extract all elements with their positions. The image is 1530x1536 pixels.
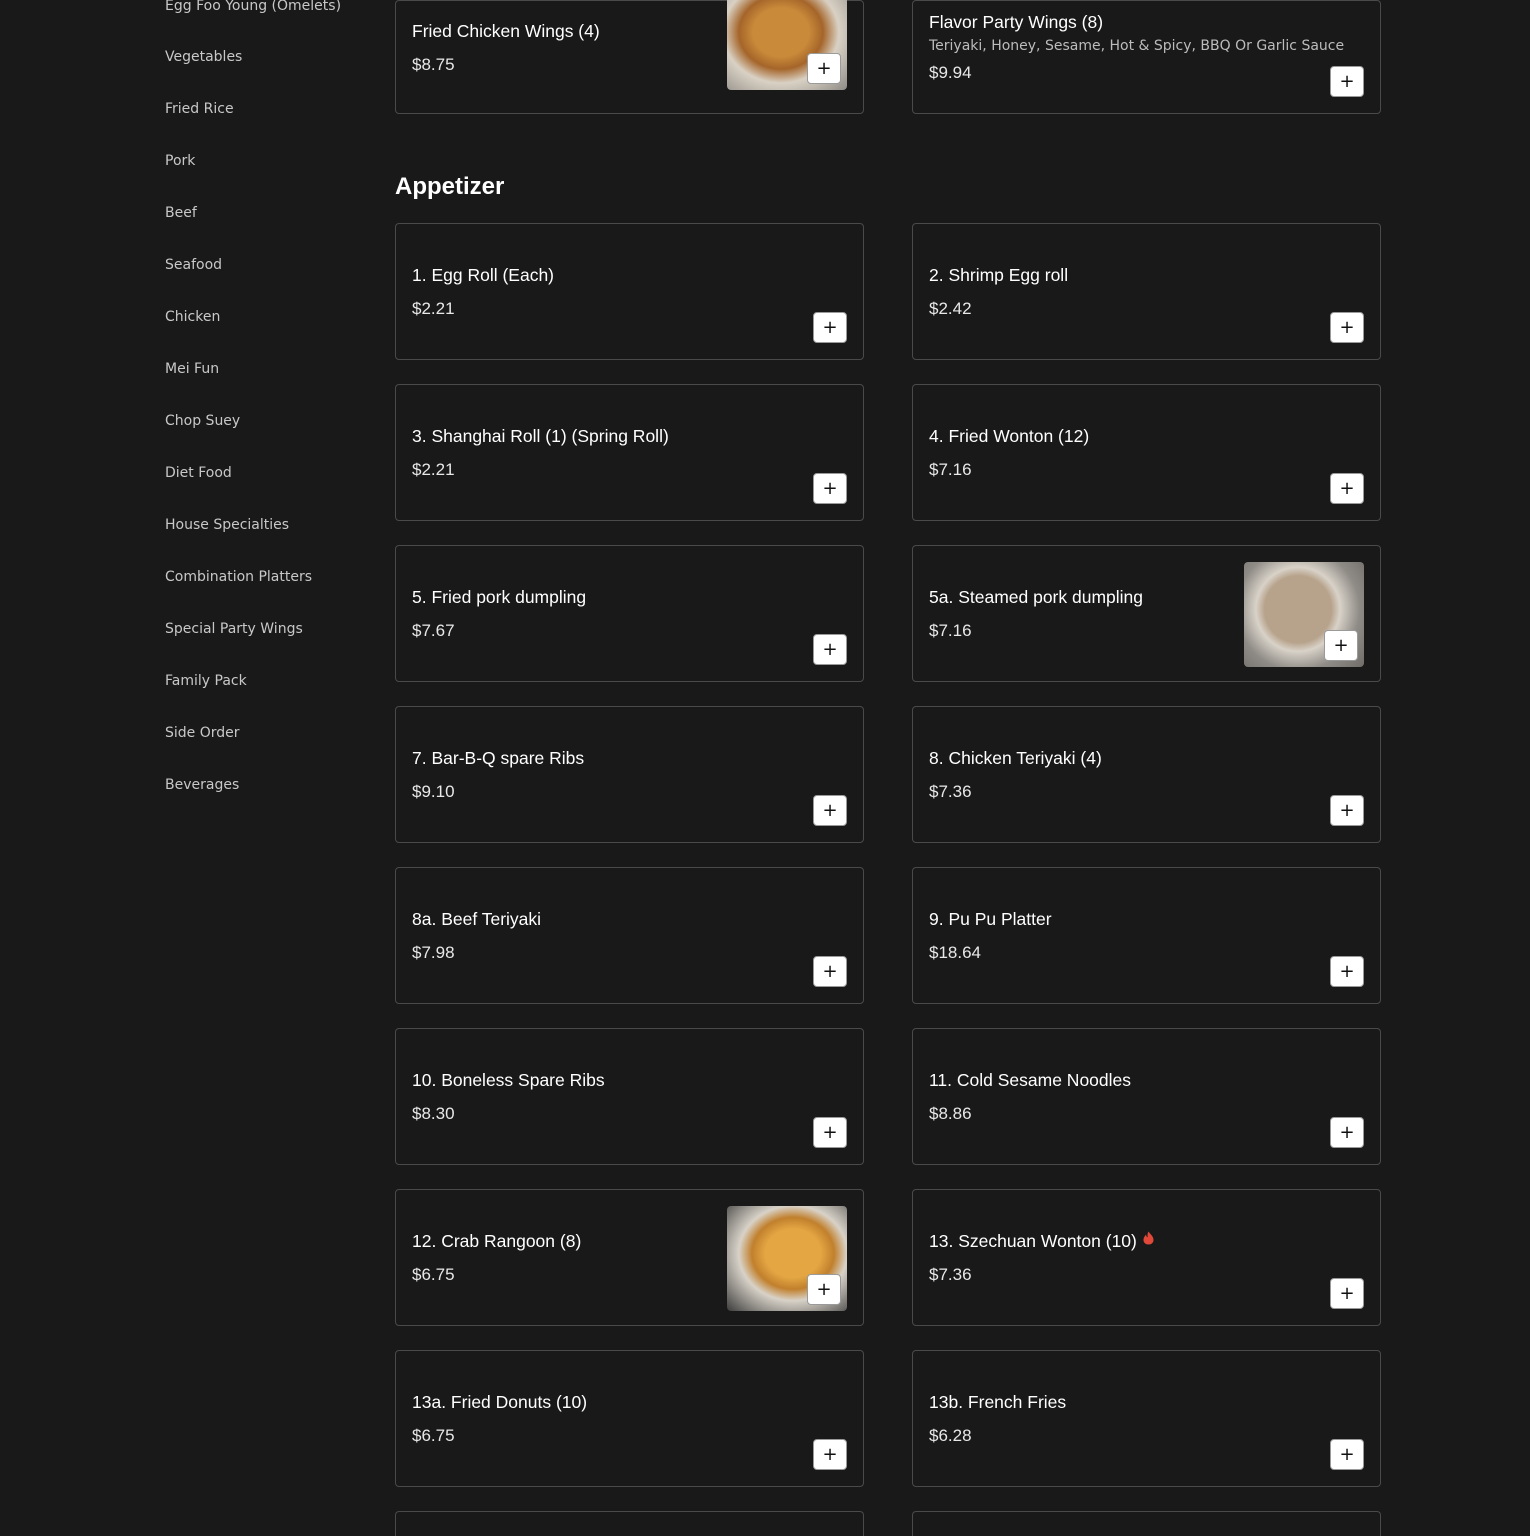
- item-name: 1. Egg Roll (Each): [412, 265, 555, 285]
- add-item-button[interactable]: +: [1330, 795, 1364, 826]
- sidebar-item-seafood[interactable]: Seafood: [165, 257, 222, 273]
- item-price: $6.75: [412, 1265, 455, 1284]
- sidebar-item-egg-foo-young[interactable]: Egg Foo Young (Omelets): [165, 0, 341, 14]
- item-price: $7.36: [929, 782, 972, 801]
- item-name: 4. Fried Wonton (12): [929, 426, 1090, 446]
- chicken-wings-photo: +: [727, 0, 847, 90]
- item-name: Fried Chicken Wings (4): [412, 21, 600, 41]
- item-name: 11. Cold Sesame Noodles: [929, 1070, 1132, 1090]
- menu-item-card[interactable]: [395, 1511, 864, 1536]
- item-name: Flavor Party Wings (8): [929, 12, 1104, 32]
- sidebar-item-side-order[interactable]: Side Order: [165, 725, 240, 741]
- steamed-dumpling-photo: +: [1244, 562, 1364, 667]
- item-price: $2.21: [412, 460, 455, 479]
- menu-item-card[interactable]: 3. Shanghai Roll (1) (Spring Roll) $2.21…: [395, 384, 864, 521]
- item-description: Teriyaki, Honey, Sesame, Hot & Spicy, BB…: [929, 38, 1345, 54]
- item-name: 8. Chicken Teriyaki (4): [929, 748, 1102, 768]
- item-price: $2.21: [412, 299, 455, 318]
- sidebar-item-beverages[interactable]: Beverages: [165, 777, 239, 793]
- sidebar-item-mei-fun[interactable]: Mei Fun: [165, 361, 219, 377]
- menu-item-card[interactable]: 12. Crab Rangoon (8) $6.75 +: [395, 1189, 864, 1326]
- add-item-button[interactable]: +: [1330, 66, 1364, 97]
- menu-item-card[interactable]: 7. Bar-B-Q spare Ribs $9.10 +: [395, 706, 864, 843]
- add-item-button[interactable]: +: [1330, 473, 1364, 504]
- sidebar-item-chicken[interactable]: Chicken: [165, 309, 220, 325]
- menu-item-card[interactable]: 4. Fried Wonton (12) $7.16 +: [912, 384, 1381, 521]
- add-item-button[interactable]: +: [813, 1117, 847, 1148]
- item-price: $8.30: [412, 1104, 455, 1123]
- menu-item-card[interactable]: 5. Fried pork dumpling $7.67 +: [395, 545, 864, 682]
- sidebar-item-diet-food[interactable]: Diet Food: [165, 465, 232, 481]
- menu-item-card[interactable]: 1. Egg Roll (Each) $2.21 +: [395, 223, 864, 360]
- item-name: 8a. Beef Teriyaki: [412, 909, 542, 929]
- item-price: $9.94: [929, 63, 972, 82]
- menu-item-card[interactable]: 5a. Steamed pork dumpling $7.16 +: [912, 545, 1381, 682]
- menu-item-card[interactable]: 9. Pu Pu Platter $18.64 +: [912, 867, 1381, 1004]
- item-name: 3. Shanghai Roll (1) (Spring Roll): [412, 426, 669, 446]
- menu-item-card[interactable]: 11. Cold Sesame Noodles $8.86 +: [912, 1028, 1381, 1165]
- sidebar-item-house-specialties[interactable]: House Specialties: [165, 517, 289, 533]
- sidebar-item-fried-rice[interactable]: Fried Rice: [165, 101, 234, 117]
- menu-item-card[interactable]: 10. Boneless Spare Ribs $8.30 +: [395, 1028, 864, 1165]
- add-item-button[interactable]: +: [813, 1439, 847, 1470]
- menu-item-card[interactable]: Fried Chicken Wings (4) $8.75 +: [395, 0, 864, 114]
- item-price: $7.67: [412, 621, 455, 640]
- item-name: 13. Szechuan Wonton (10): [929, 1231, 1137, 1251]
- item-name: 5. Fried pork dumpling: [412, 587, 587, 607]
- item-price: $8.86: [929, 1104, 972, 1123]
- sidebar-item-combination-platters[interactable]: Combination Platters: [165, 569, 312, 585]
- add-item-button[interactable]: +: [1324, 630, 1358, 661]
- menu-item-card[interactable]: 13. Szechuan Wonton (10) $7.36 +: [912, 1189, 1381, 1326]
- add-item-button[interactable]: +: [807, 53, 841, 84]
- item-name-row: 13. Szechuan Wonton (10): [929, 1231, 1154, 1252]
- item-name: 12. Crab Rangoon (8): [412, 1231, 582, 1251]
- section-title-appetizer: Appetizer: [395, 173, 505, 200]
- add-item-button[interactable]: +: [1330, 1278, 1364, 1309]
- sidebar-item-pork[interactable]: Pork: [165, 153, 195, 169]
- add-item-button[interactable]: +: [813, 795, 847, 826]
- menu-item-card[interactable]: Flavor Party Wings (8) Teriyaki, Honey, …: [912, 0, 1381, 114]
- item-price: $18.64: [929, 943, 981, 962]
- sidebar-item-family-pack[interactable]: Family Pack: [165, 673, 247, 689]
- add-item-button[interactable]: +: [813, 956, 847, 987]
- item-price: $9.10: [412, 782, 455, 801]
- item-name: 2. Shrimp Egg roll: [929, 265, 1069, 285]
- item-price: $7.16: [929, 621, 972, 640]
- menu-item-card[interactable]: 2. Shrimp Egg roll $2.42 +: [912, 223, 1381, 360]
- menu-item-card[interactable]: 8a. Beef Teriyaki $7.98 +: [395, 867, 864, 1004]
- item-name: 13a. Fried Donuts (10): [412, 1392, 588, 1412]
- item-name: 13b. French Fries: [929, 1392, 1067, 1412]
- item-name: 7. Bar-B-Q spare Ribs: [412, 748, 585, 768]
- item-price: $8.75: [412, 55, 455, 74]
- add-item-button[interactable]: +: [813, 634, 847, 665]
- item-price: $7.98: [412, 943, 455, 962]
- item-price: $6.28: [929, 1426, 972, 1445]
- add-item-button[interactable]: +: [807, 1274, 841, 1305]
- item-price: $2.42: [929, 299, 972, 318]
- menu-item-card[interactable]: [912, 1511, 1381, 1536]
- crab-rangoon-photo: +: [727, 1206, 847, 1311]
- sidebar-item-beef[interactable]: Beef: [165, 205, 197, 221]
- add-item-button[interactable]: +: [1330, 312, 1364, 343]
- spicy-icon: [1143, 1231, 1154, 1248]
- menu-item-card[interactable]: 13b. French Fries $6.28 +: [912, 1350, 1381, 1487]
- add-item-button[interactable]: +: [1330, 1439, 1364, 1470]
- add-item-button[interactable]: +: [1330, 956, 1364, 987]
- item-name: 5a. Steamed pork dumpling: [929, 587, 1144, 607]
- sidebar-item-vegetables[interactable]: Vegetables: [165, 49, 242, 65]
- item-price: $6.75: [412, 1426, 455, 1445]
- menu-item-card[interactable]: 13a. Fried Donuts (10) $6.75 +: [395, 1350, 864, 1487]
- add-item-button[interactable]: +: [813, 312, 847, 343]
- item-price: $7.16: [929, 460, 972, 479]
- add-item-button[interactable]: +: [813, 473, 847, 504]
- sidebar-item-special-party-wings[interactable]: Special Party Wings: [165, 621, 303, 637]
- item-name: 9. Pu Pu Platter: [929, 909, 1052, 929]
- menu-item-card[interactable]: 8. Chicken Teriyaki (4) $7.36 +: [912, 706, 1381, 843]
- item-price: $7.36: [929, 1265, 972, 1284]
- sidebar-item-chop-suey[interactable]: Chop Suey: [165, 413, 240, 429]
- add-item-button[interactable]: +: [1330, 1117, 1364, 1148]
- item-name: 10. Boneless Spare Ribs: [412, 1070, 605, 1090]
